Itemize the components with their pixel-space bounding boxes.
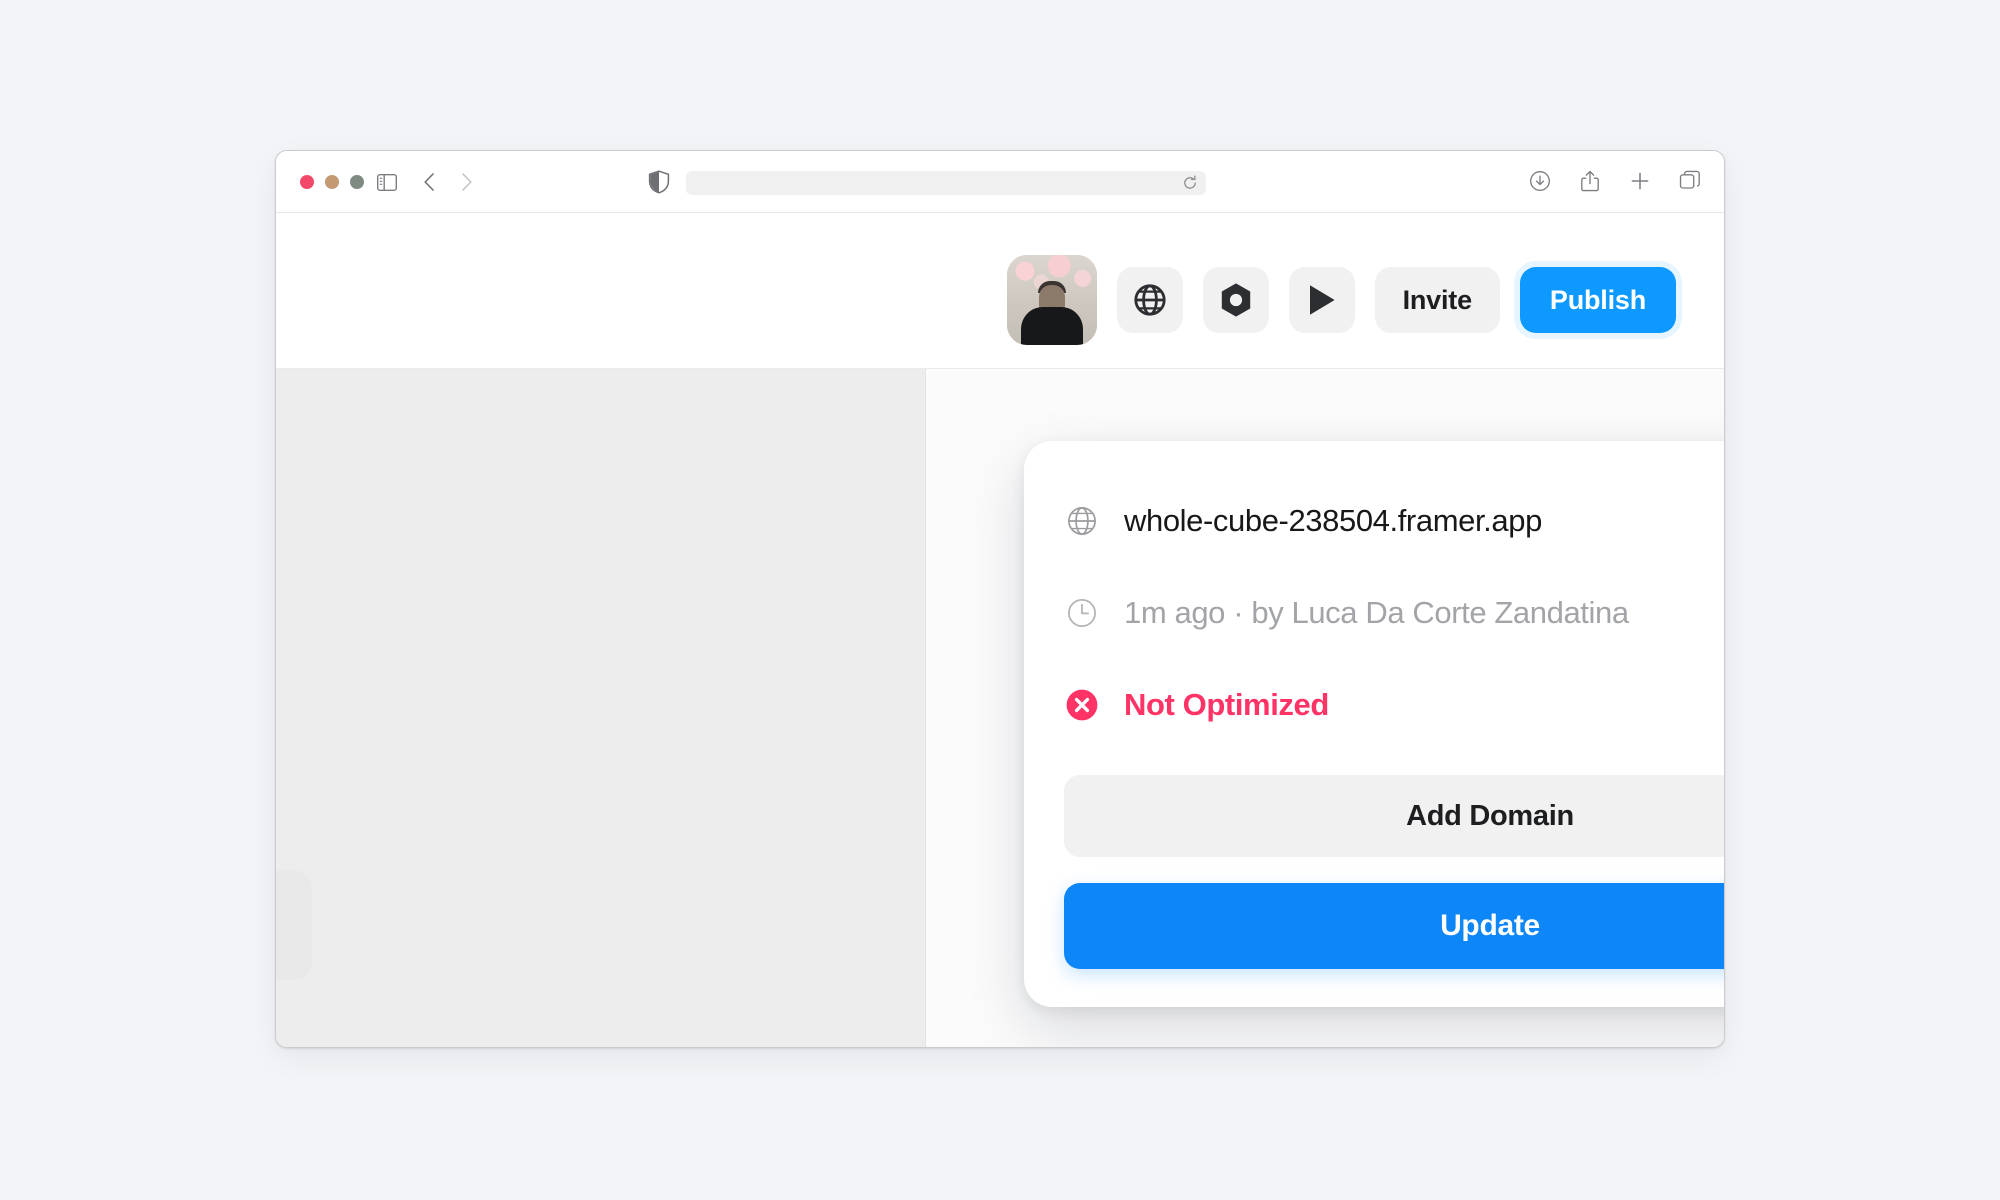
globe-button[interactable] bbox=[1116, 267, 1183, 333]
play-icon bbox=[1307, 283, 1337, 317]
optimization-status-row[interactable]: Not Optimized bbox=[1064, 659, 1724, 751]
invite-button[interactable]: Invite bbox=[1374, 267, 1500, 333]
last-updated-row[interactable]: 1m ago · by Luca Da Corte Zandatina bbox=[1064, 567, 1724, 659]
framer-toolbar-actions: Invite Publish bbox=[1006, 255, 1676, 345]
add-domain-label: Add Domain bbox=[1406, 799, 1574, 832]
framer-topbar: Invite Publish bbox=[276, 213, 1724, 369]
publish-popover: whole-cube-238504.framer.app 1m ago · by… bbox=[1024, 441, 1724, 1007]
url-bar[interactable] bbox=[686, 171, 1206, 195]
optimization-status-text: Not Optimized bbox=[1124, 687, 1329, 722]
downloads-icon[interactable] bbox=[1528, 169, 1552, 193]
published-domain-text: whole-cube-238504.framer.app bbox=[1124, 503, 1542, 538]
globe-icon bbox=[1133, 283, 1167, 317]
traffic-lights bbox=[300, 175, 364, 189]
component-button[interactable] bbox=[1202, 267, 1269, 333]
forward-icon[interactable] bbox=[454, 169, 480, 195]
framer-canvas[interactable] bbox=[276, 369, 926, 1047]
canvas-floating-panel[interactable] bbox=[276, 870, 312, 980]
hexagon-component-icon bbox=[1219, 282, 1253, 318]
invite-label: Invite bbox=[1402, 284, 1473, 315]
shield-icon[interactable] bbox=[648, 170, 670, 194]
update-label: Update bbox=[1440, 909, 1540, 942]
last-updated-text: 1m ago · by Luca Da Corte Zandatina bbox=[1124, 595, 1629, 630]
browser-right-tools bbox=[1528, 169, 1702, 193]
update-button[interactable]: Update bbox=[1064, 883, 1724, 969]
published-domain-row[interactable]: whole-cube-238504.framer.app bbox=[1064, 475, 1724, 567]
new-tab-icon[interactable] bbox=[1628, 169, 1652, 193]
add-domain-button[interactable]: Add Domain bbox=[1064, 775, 1724, 857]
error-circle-icon bbox=[1064, 687, 1100, 723]
preview-button[interactable] bbox=[1288, 267, 1355, 333]
clock-icon bbox=[1064, 595, 1100, 631]
back-icon[interactable] bbox=[416, 169, 442, 195]
framer-app: Invite Publish whole-cube-238504.framer.… bbox=[276, 213, 1724, 1047]
publish-button[interactable]: Publish bbox=[1519, 267, 1676, 333]
share-icon[interactable] bbox=[1578, 169, 1602, 193]
browser-window: Invite Publish whole-cube-238504.framer.… bbox=[275, 150, 1725, 1048]
sidebar-toggle-icon[interactable] bbox=[374, 169, 400, 195]
globe-icon bbox=[1064, 503, 1100, 539]
tab-overview-icon[interactable] bbox=[1678, 169, 1702, 193]
close-window-button[interactable] bbox=[300, 175, 314, 189]
avatar[interactable] bbox=[1006, 255, 1097, 345]
publish-label: Publish bbox=[1549, 284, 1646, 315]
avatar-body bbox=[1020, 307, 1083, 345]
browser-toolbar bbox=[276, 151, 1724, 213]
reload-icon[interactable] bbox=[1182, 175, 1198, 191]
minimize-window-button[interactable] bbox=[325, 175, 339, 189]
zoom-window-button[interactable] bbox=[350, 175, 364, 189]
